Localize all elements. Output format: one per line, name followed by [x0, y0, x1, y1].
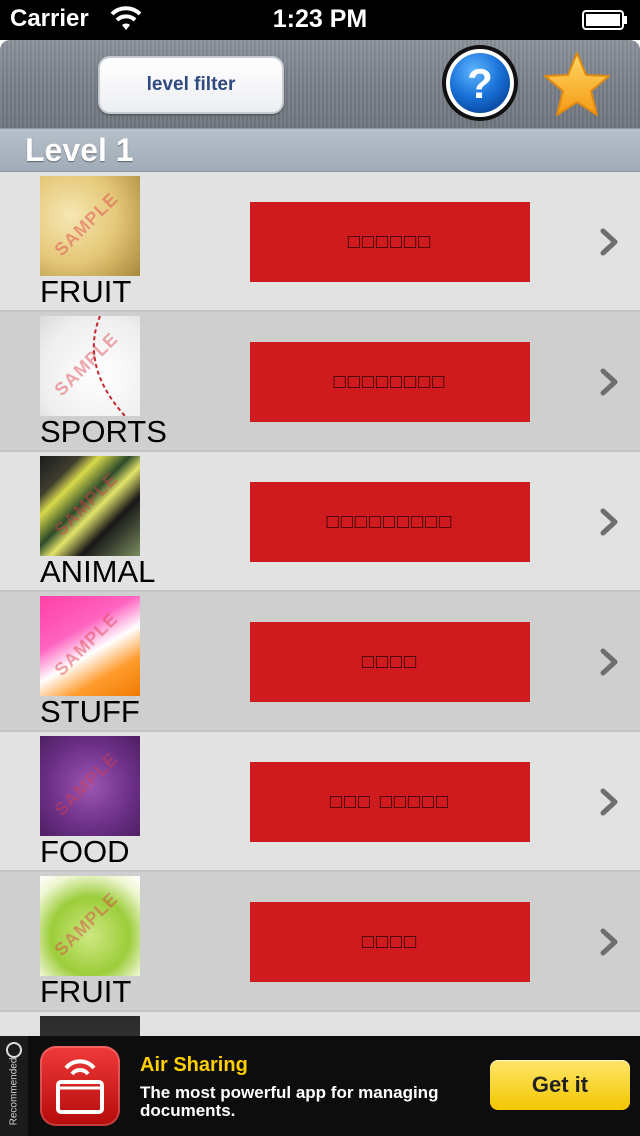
list-item[interactable]: SAMPLE STUFF □□□□ — [0, 592, 640, 732]
purple-food-image: SAMPLE — [40, 736, 140, 836]
battery-icon — [582, 10, 627, 30]
chevron-right-icon — [600, 648, 618, 676]
answer-box: □□□□ — [250, 902, 530, 982]
sample-watermark: SAMPLE — [50, 468, 122, 540]
list-item[interactable]: SAMPLE ANIMAL □□□□□□□□□ — [0, 452, 640, 592]
butterfly-image: SAMPLE — [40, 456, 140, 556]
section-title: Level 1 — [25, 132, 134, 168]
list-item[interactable] — [0, 1012, 640, 1036]
gift-image: SAMPLE — [40, 596, 140, 696]
category-label: ANIMAL — [40, 554, 156, 589]
answer-box: □□□□□□ — [250, 202, 530, 282]
category-label: SPORTS — [40, 414, 167, 449]
section-header: Level 1 — [0, 128, 640, 172]
category-label: FRUIT — [40, 974, 132, 1009]
question-mark-icon[interactable]: ? — [440, 43, 520, 123]
recommended-label: Recommended — [8, 1057, 20, 1126]
list-item[interactable]: SAMPLE FRUIT □□□□ — [0, 872, 640, 1012]
category-label: FRUIT — [40, 274, 132, 309]
chevron-right-icon — [600, 368, 618, 396]
air-sharing-icon — [56, 1059, 104, 1114]
sample-watermark: SAMPLE — [50, 748, 122, 820]
list-item[interactable]: SAMPLE SPORTS □□□□□□□□ — [0, 312, 640, 452]
list-item[interactable]: SAMPLE FOOD □□□ □□□□□ — [0, 732, 640, 872]
ad-banner[interactable]: Recommended Air Sharing The most powerfu… — [0, 1036, 640, 1136]
ad-description: The most powerful app for managing docum… — [140, 1083, 439, 1120]
status-bar: Carrier 1:23 PM — [0, 0, 640, 40]
lime-image: SAMPLE — [40, 876, 140, 976]
sample-watermark: SAMPLE — [50, 888, 122, 960]
partial-image — [40, 1016, 140, 1036]
fruit-image: SAMPLE — [40, 176, 140, 276]
recommended-badge: Recommended — [0, 1036, 28, 1136]
baseball-image: SAMPLE — [40, 316, 140, 416]
chevron-right-icon — [600, 928, 618, 956]
answer-box: □□□ □□□□□ — [250, 762, 530, 842]
svg-text:?: ? — [467, 60, 493, 107]
answer-box: □□□□ — [250, 622, 530, 702]
chevron-right-icon — [600, 788, 618, 816]
star-icon[interactable] — [542, 50, 612, 120]
sample-watermark: SAMPLE — [50, 608, 122, 680]
chevron-right-icon — [600, 508, 618, 536]
answer-box: □□□□□□□□ — [250, 342, 530, 422]
category-label: STUFF — [40, 694, 140, 729]
clock: 1:23 PM — [272, 5, 368, 33]
category-label: FOOD — [40, 834, 130, 869]
ad-title: Air Sharing — [140, 1054, 248, 1076]
folder-icon[interactable] — [40, 1046, 120, 1126]
chevron-right-icon — [600, 228, 618, 256]
level-filter-button[interactable]: level filter — [98, 56, 284, 114]
sample-watermark: SAMPLE — [50, 188, 122, 260]
puzzle-list: SAMPLE FRUIT □□□□□□ SAMPLE SPORTS □□□□□□… — [0, 172, 640, 1036]
get-it-button[interactable]: Get it — [490, 1060, 630, 1110]
navigation-bar: level filter ? — [0, 40, 640, 128]
answer-box: □□□□□□□□□ — [250, 482, 530, 562]
list-item[interactable]: SAMPLE FRUIT □□□□□□ — [0, 172, 640, 312]
